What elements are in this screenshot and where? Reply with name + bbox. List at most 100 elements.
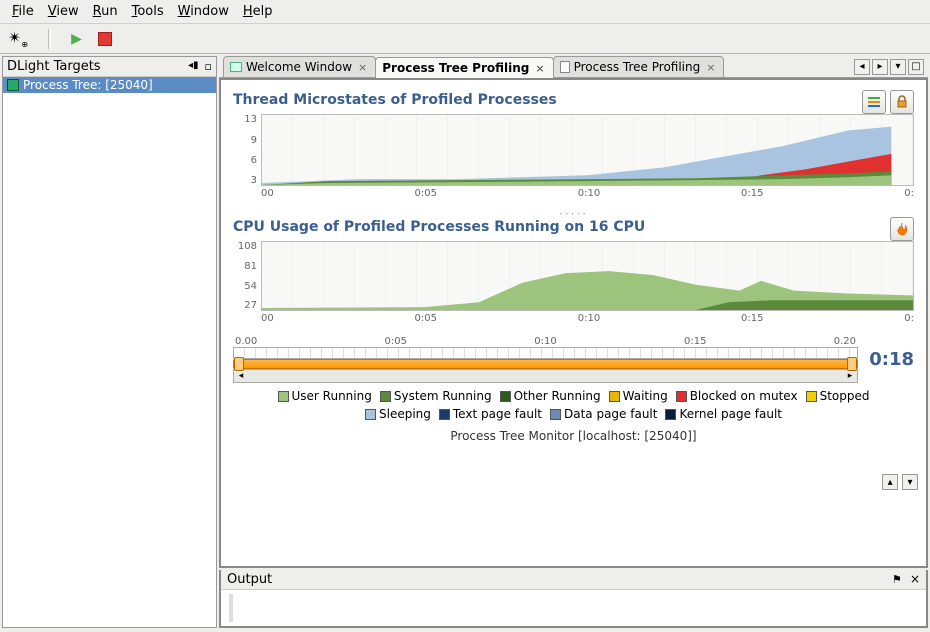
- doc-icon: [560, 61, 570, 73]
- time-slider[interactable]: [233, 359, 858, 369]
- menu-help[interactable]: Help: [237, 2, 279, 21]
- swatch: [380, 391, 391, 402]
- close-icon[interactable]: ×: [704, 61, 717, 74]
- toolbar: ✴⊕ ▶: [0, 24, 930, 54]
- slider-thumb-left[interactable]: [234, 357, 244, 371]
- chart-plot[interactable]: [261, 241, 914, 311]
- legend-item: User Running: [278, 389, 372, 403]
- stop-icon[interactable]: [98, 32, 112, 46]
- menu-window[interactable]: Window: [172, 2, 235, 21]
- legend-item: Waiting: [609, 389, 668, 403]
- timeline: 0.000:050:100:150.20 ◂ ▸ 0:18: [233, 336, 914, 383]
- legend-label: Kernel page fault: [679, 407, 782, 421]
- legend-label: User Running: [292, 389, 372, 403]
- panel-area: Thread Microstates of Profiled Processes: [219, 78, 928, 628]
- legend: User Running System Running Other Running W…: [233, 383, 914, 427]
- minimize-sidebar-icon[interactable]: ◂▮: [188, 60, 199, 73]
- main-area: DLight Targets ◂▮ ▫ Process Tree: [25040…: [0, 54, 930, 630]
- close-sidebar-icon[interactable]: ▫: [201, 60, 212, 73]
- sidebar-item-process-tree[interactable]: Process Tree: [25040]: [3, 77, 216, 93]
- legend-item: Data page fault: [550, 407, 657, 421]
- window-icon: [230, 62, 242, 72]
- ruler[interactable]: [233, 347, 858, 359]
- output-body[interactable]: [229, 594, 918, 622]
- dropdown-icon[interactable]: ▾: [890, 59, 906, 75]
- sidebar-header: DLight Targets ◂▮ ▫: [3, 57, 216, 77]
- swatch: [278, 391, 289, 402]
- tab-profiling-2[interactable]: Process Tree Profiling ×: [553, 56, 725, 77]
- swatch: [665, 409, 676, 420]
- chart-title: CPU Usage of Profiled Processes Running …: [233, 219, 645, 235]
- menu-tools[interactable]: Tools: [126, 2, 170, 21]
- chart-title: Thread Microstates of Profiled Processes: [233, 92, 557, 108]
- swatch: [500, 391, 511, 402]
- tab-label: Welcome Window: [246, 60, 352, 74]
- legend-label: Waiting: [623, 389, 668, 403]
- ruler-labels: 0.000:050:100:150.20: [233, 336, 858, 347]
- swatch: [806, 391, 817, 402]
- lock-icon[interactable]: [890, 90, 914, 114]
- legend-label: Stopped: [820, 389, 870, 403]
- legend-item: Blocked on mutex: [676, 389, 798, 403]
- legend-icon[interactable]: [862, 90, 886, 114]
- tab-profiling-1[interactable]: Process Tree Profiling ×: [375, 57, 553, 78]
- legend-scroll: ▴ ▾: [882, 474, 918, 491]
- chart-plot[interactable]: [261, 114, 914, 186]
- close-icon[interactable]: ×: [533, 62, 546, 75]
- swatch: [439, 409, 450, 420]
- x-axis: 000:050:100:150:: [233, 311, 914, 324]
- time-readout: 0:18: [864, 349, 914, 370]
- menu-file[interactable]: File: [6, 2, 40, 21]
- legend-item: Sleeping: [365, 407, 431, 421]
- scroll-right-icon[interactable]: ▸: [843, 371, 857, 381]
- content-area: Welcome Window × Process Tree Profiling …: [219, 56, 928, 628]
- scroll-left-icon[interactable]: ◂: [234, 371, 248, 381]
- scroll-down-icon[interactable]: ▾: [902, 474, 918, 490]
- sidebar-title: DLight Targets: [7, 59, 101, 74]
- menubar: File View Run Tools Window Help: [0, 0, 930, 24]
- menu-view[interactable]: View: [42, 2, 85, 21]
- output-title: Output: [227, 572, 272, 587]
- swatch: [365, 409, 376, 420]
- x-axis: 000:050:100:150:: [233, 186, 914, 199]
- swatch: [609, 391, 620, 402]
- legend-item: Text page fault: [439, 407, 542, 421]
- legend-label: System Running: [394, 389, 492, 403]
- pin-icon[interactable]: ⚑: [892, 573, 902, 586]
- sidebar: DLight Targets ◂▮ ▫ Process Tree: [25040…: [2, 56, 217, 628]
- tab-label: Process Tree Profiling: [574, 60, 701, 74]
- flame-icon[interactable]: [890, 217, 914, 241]
- swatch: [676, 391, 687, 402]
- profiler-panel: Thread Microstates of Profiled Processes: [219, 78, 928, 568]
- output-panel: Output ⚑ ×: [219, 570, 928, 628]
- legend-item: Stopped: [806, 389, 870, 403]
- scroll-up-icon[interactable]: ▴: [882, 474, 898, 490]
- scroll-right-icon[interactable]: ▸: [872, 59, 888, 75]
- scroll-left-icon[interactable]: ◂: [854, 59, 870, 75]
- legend-label: Data page fault: [564, 407, 657, 421]
- wand-icon[interactable]: ✴⊕: [8, 28, 28, 49]
- legend-label: Text page fault: [453, 407, 542, 421]
- y-axis: 13963: [233, 114, 261, 186]
- close-icon[interactable]: ×: [906, 572, 920, 586]
- legend-item: System Running: [380, 389, 492, 403]
- sidebar-item-label: Process Tree: [25040]: [23, 78, 153, 92]
- process-icon: [7, 79, 19, 91]
- chart-microstates: Thread Microstates of Profiled Processes: [233, 90, 914, 199]
- play-icon[interactable]: ▶: [71, 31, 82, 47]
- legend-label: Other Running: [514, 389, 601, 403]
- slider-thumb-right[interactable]: [847, 357, 857, 371]
- tab-bar: Welcome Window × Process Tree Profiling …: [219, 56, 928, 78]
- close-icon[interactable]: ×: [356, 61, 369, 74]
- maximize-icon[interactable]: □: [908, 59, 924, 75]
- legend-item: Kernel page fault: [665, 407, 782, 421]
- tab-welcome[interactable]: Welcome Window ×: [223, 56, 376, 77]
- horiz-scrollbar[interactable]: ◂ ▸: [233, 369, 858, 383]
- tab-label: Process Tree Profiling: [382, 61, 529, 75]
- menu-run[interactable]: Run: [87, 2, 124, 21]
- swatch: [550, 409, 561, 420]
- chart-cpu: CPU Usage of Profiled Processes Running …: [233, 217, 914, 324]
- monitor-label: Process Tree Monitor [localhost: [25040]…: [233, 427, 914, 445]
- y-axis: 108815427: [233, 241, 261, 311]
- legend-item: Other Running: [500, 389, 601, 403]
